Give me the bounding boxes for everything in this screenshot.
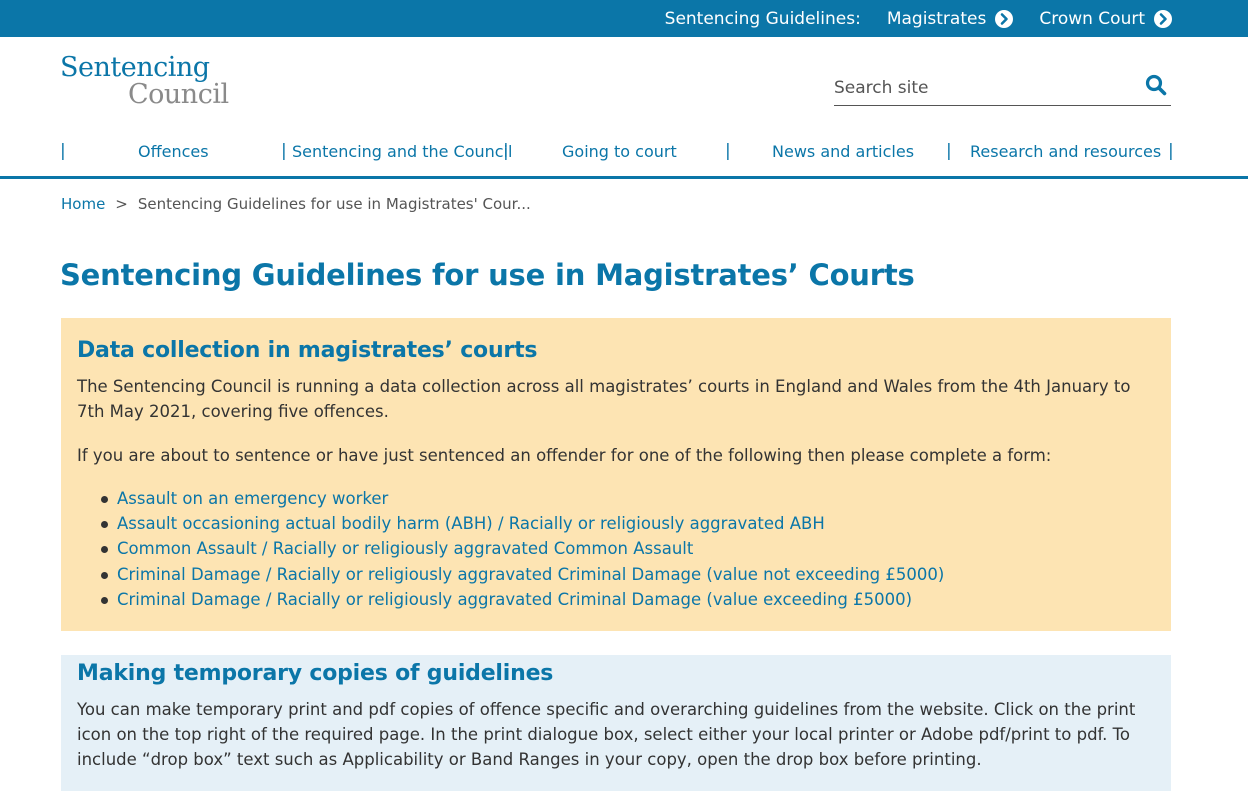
breadcrumb-home-link[interactable]: Home xyxy=(61,195,105,213)
topbar-links-group: Sentencing Guidelines: Magistrates Crown… xyxy=(665,0,1172,37)
logo-text-council: Council xyxy=(128,79,229,110)
offence-form-list: Assault on an emergency worker Assault o… xyxy=(101,486,944,612)
nav-separator: | xyxy=(503,141,509,161)
topbar-link-crown-court[interactable]: Crown Court xyxy=(1039,9,1172,29)
offence-form-link[interactable]: Assault on an emergency worker xyxy=(117,489,388,508)
nav-divider xyxy=(0,176,1248,179)
offence-form-link[interactable]: Criminal Damage / Racially or religiousl… xyxy=(117,565,944,584)
site-logo[interactable]: Sentencing Council xyxy=(60,52,250,114)
nav-item-offences[interactable]: Offences xyxy=(138,142,209,161)
top-utility-bar: Sentencing Guidelines: Magistrates Crown… xyxy=(0,0,1248,37)
nav-separator: | xyxy=(281,141,287,161)
breadcrumb: Home > Sentencing Guidelines for use in … xyxy=(61,195,531,213)
list-item: Assault occasioning actual bodily harm (… xyxy=(101,511,944,536)
magnifier-icon xyxy=(1145,74,1167,100)
list-item: Criminal Damage / Racially or religiousl… xyxy=(101,562,944,587)
nav-item-sentencing-and-the-council[interactable]: Sentencing and the Council xyxy=(292,142,512,161)
nav-item-research-and-resources[interactable]: Research and resources xyxy=(970,142,1161,161)
topbar-link-label: Magistrates xyxy=(886,8,987,29)
nav-separator: | xyxy=(1168,141,1174,161)
site-search xyxy=(834,70,1171,106)
breadcrumb-current: Sentencing Guidelines for use in Magistr… xyxy=(137,195,531,213)
topbar-link-label: Crown Court xyxy=(1039,8,1145,29)
temporary-copies-body: You can make temporary print and pdf cop… xyxy=(77,700,1136,769)
temporary-copies-heading: Making temporary copies of guidelines xyxy=(77,661,554,686)
list-item: Assault on an emergency worker xyxy=(101,486,944,511)
topbar-label: Sentencing Guidelines: xyxy=(664,8,861,29)
data-collection-intro: The Sentencing Council is running a data… xyxy=(77,377,1131,421)
main-navigation: | Offences | Sentencing and the Council … xyxy=(60,137,1174,167)
nav-item-news-and-articles[interactable]: News and articles xyxy=(772,142,914,161)
topbar-link-magistrates[interactable]: Magistrates xyxy=(887,9,1014,29)
search-input[interactable] xyxy=(834,76,1124,100)
nav-separator: | xyxy=(60,141,66,161)
breadcrumb-separator: > xyxy=(115,195,128,213)
temporary-copies-info: Making temporary copies of guidelines Yo… xyxy=(61,655,1171,791)
data-collection-instruction: If you are about to sentence or have jus… xyxy=(77,446,1052,465)
page-title: Sentencing Guidelines for use in Magistr… xyxy=(60,258,915,292)
nav-item-going-to-court[interactable]: Going to court xyxy=(562,142,677,161)
nav-separator: | xyxy=(725,141,731,161)
chevron-right-circle-icon xyxy=(1154,9,1172,28)
list-item: Criminal Damage / Racially or religiousl… xyxy=(101,587,944,612)
list-item: Common Assault / Racially or religiously… xyxy=(101,536,944,561)
data-collection-notice: Data collection in magistrates’ courts T… xyxy=(61,318,1171,631)
data-collection-heading: Data collection in magistrates’ courts xyxy=(77,338,538,363)
chevron-right-circle-icon xyxy=(995,9,1014,28)
nav-separator: | xyxy=(946,141,952,161)
offence-form-link[interactable]: Assault occasioning actual bodily harm (… xyxy=(117,514,825,533)
search-button[interactable] xyxy=(1143,74,1169,100)
offence-form-link[interactable]: Common Assault / Racially or religiously… xyxy=(117,539,693,558)
offence-form-link[interactable]: Criminal Damage / Racially or religiousl… xyxy=(117,590,912,609)
